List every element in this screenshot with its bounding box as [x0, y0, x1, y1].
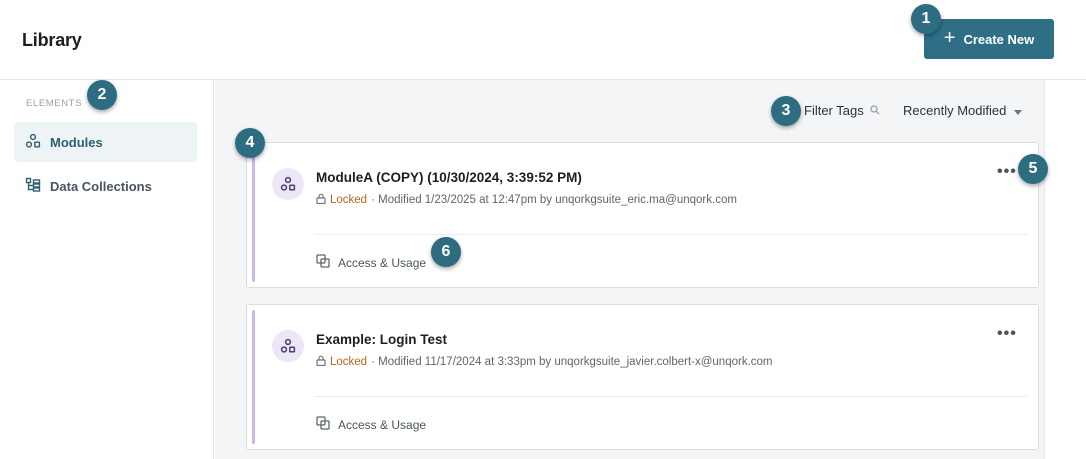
modified-info: · Modified 11/17/2024 at 3:33pm by unqor… [371, 356, 773, 368]
callout-6: 6 [431, 237, 461, 267]
module-icon [272, 330, 304, 362]
access-usage-button[interactable]: Access & Usage [316, 254, 426, 271]
sort-dropdown[interactable]: Recently Modified [903, 103, 1023, 118]
filter-tags-button[interactable]: Filter Tags [804, 103, 880, 118]
caret-down-icon [1014, 103, 1023, 118]
access-usage-label: Access & Usage [338, 255, 427, 270]
card-meta: Locked · Modified 11/17/2024 at 3:33pm b… [316, 355, 773, 369]
sidebar-item-label: Data Collections [50, 178, 152, 194]
module-icon [272, 168, 304, 200]
access-usage-label: Access & Usage [338, 417, 427, 432]
search-icon [870, 103, 880, 118]
locked-status: Locked [330, 356, 368, 368]
access-usage-button[interactable]: Access & Usage [316, 416, 426, 433]
page-title: Library [22, 30, 82, 50]
card-accent-bar [252, 148, 255, 282]
sidebar-item-label: Modules [50, 134, 103, 150]
callout-1: 1 [911, 4, 941, 34]
more-options-icon[interactable]: ••• [997, 163, 1017, 181]
card-title[interactable]: Example: Login Test [316, 332, 447, 347]
more-options-icon[interactable]: ••• [997, 325, 1017, 343]
plus-icon: + [943, 27, 956, 49]
data-collections-icon [25, 177, 41, 196]
sidebar-item-data-collections[interactable]: Data Collections [14, 166, 197, 206]
module-card[interactable]: ModuleA (COPY) (10/30/2024, 3:39:52 PM) … [246, 142, 1039, 288]
card-title[interactable]: ModuleA (COPY) (10/30/2024, 3:39:52 PM) [316, 170, 582, 185]
modules-icon [25, 133, 41, 152]
lock-icon [316, 193, 326, 207]
card-divider [314, 234, 1028, 235]
card-divider [314, 396, 1028, 397]
create-new-label: Create New [963, 31, 1035, 47]
copy-icon [316, 254, 330, 271]
lock-icon [316, 355, 326, 369]
sidebar: ELEMENTS Modules Data Collections [0, 80, 214, 459]
modified-info: · Modified 1/23/2025 at 12:47pm by unqor… [371, 194, 737, 206]
card-accent-bar [252, 310, 255, 444]
filter-tags-label: Filter Tags [804, 103, 864, 118]
copy-icon [316, 416, 330, 433]
sort-dropdown-value: Recently Modified [903, 103, 1007, 118]
callout-4: 4 [235, 128, 265, 158]
scrollbar-track[interactable] [1044, 80, 1086, 459]
create-new-button[interactable]: + Create New [924, 19, 1054, 59]
module-card[interactable]: Example: Login Test Locked · Modified 11… [246, 304, 1039, 450]
sidebar-item-modules[interactable]: Modules [14, 122, 197, 162]
sidebar-section-label: ELEMENTS [26, 98, 83, 109]
callout-5: 5 [1018, 154, 1048, 184]
locked-status: Locked [330, 194, 368, 206]
callout-3: 3 [771, 96, 801, 126]
callout-2: 2 [87, 80, 117, 110]
card-meta: Locked · Modified 1/23/2025 at 12:47pm b… [316, 193, 737, 207]
